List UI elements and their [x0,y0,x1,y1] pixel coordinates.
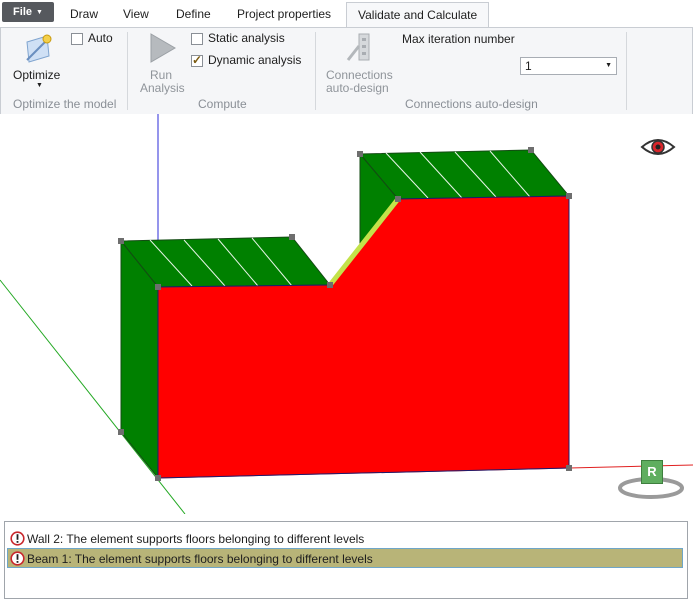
warning-icon [10,551,25,566]
connections-auto-design-button[interactable]: Connections auto-design [321,30,397,95]
tab-validate-and-calculate[interactable]: Validate and Calculate [346,2,490,29]
run-analysis-label-line2: Analysis [140,81,185,95]
static-analysis-checkbox[interactable] [191,33,203,45]
tab-draw[interactable]: Draw [70,2,98,26]
optimize-icon [26,34,52,63]
group-label-compute: Compute [198,97,247,111]
file-menu-label: File [13,6,32,18]
ribbon-panel: Optimize ▼ Auto Optimize the model Run A… [0,27,693,115]
connections-label-line1: Connections [326,68,393,82]
view-cube[interactable]: R [617,458,685,502]
dynamic-analysis-label: Dynamic analysis [208,53,302,67]
max-iteration-select[interactable]: 1 ▼ [520,57,617,75]
connections-auto-design-icon [346,33,370,61]
max-iteration-label: Max iteration number [402,32,515,46]
chevron-down-icon: ▼ [36,82,43,89]
3d-scene [0,114,693,514]
connections-label-line2: auto-design [326,81,389,95]
play-icon [150,33,176,63]
file-menu-button[interactable]: File ▼ [2,2,54,22]
run-analysis-button[interactable]: Run Analysis [133,30,189,95]
static-analysis-label: Static analysis [208,31,285,45]
view-cube-face[interactable]: R [641,460,663,484]
view-cube-label: R [647,464,657,479]
ribbon-tab-bar: File ▼ Draw View Define Project properti… [0,0,693,29]
group-separator [626,32,627,110]
message-list: Wall 2: The element supports floors belo… [4,521,688,599]
group-separator [315,32,316,110]
3d-viewport[interactable]: R [0,114,693,514]
message-text: Wall 2: The element supports floors belo… [27,531,365,546]
message-item-selected[interactable]: Beam 1: The element supports floors belo… [7,548,683,568]
auto-checkbox[interactable] [71,33,83,45]
chevron-down-icon: ▼ [605,62,612,69]
eye-visibility-icon[interactable] [640,135,676,159]
chevron-down-icon: ▼ [36,8,43,16]
tab-project-properties[interactable]: Project properties [237,2,331,26]
optimize-label: Optimize [13,68,61,82]
message-item[interactable]: Wall 2: The element supports floors belo… [8,529,682,547]
group-label-optimize: Optimize the model [13,97,117,111]
dynamic-analysis-checkbox[interactable] [191,53,203,67]
optimize-button[interactable]: Optimize ▼ [9,30,67,92]
warning-icon [10,531,25,546]
message-text: Beam 1: The element supports floors belo… [27,551,373,566]
tab-define[interactable]: Define [176,2,211,26]
group-label-connections: Connections auto-design [405,97,538,111]
run-analysis-label-line1: Run [150,68,173,82]
max-iteration-value: 1 [525,59,532,73]
auto-label: Auto [88,31,113,45]
group-separator [127,32,128,110]
tab-view[interactable]: View [123,2,149,26]
